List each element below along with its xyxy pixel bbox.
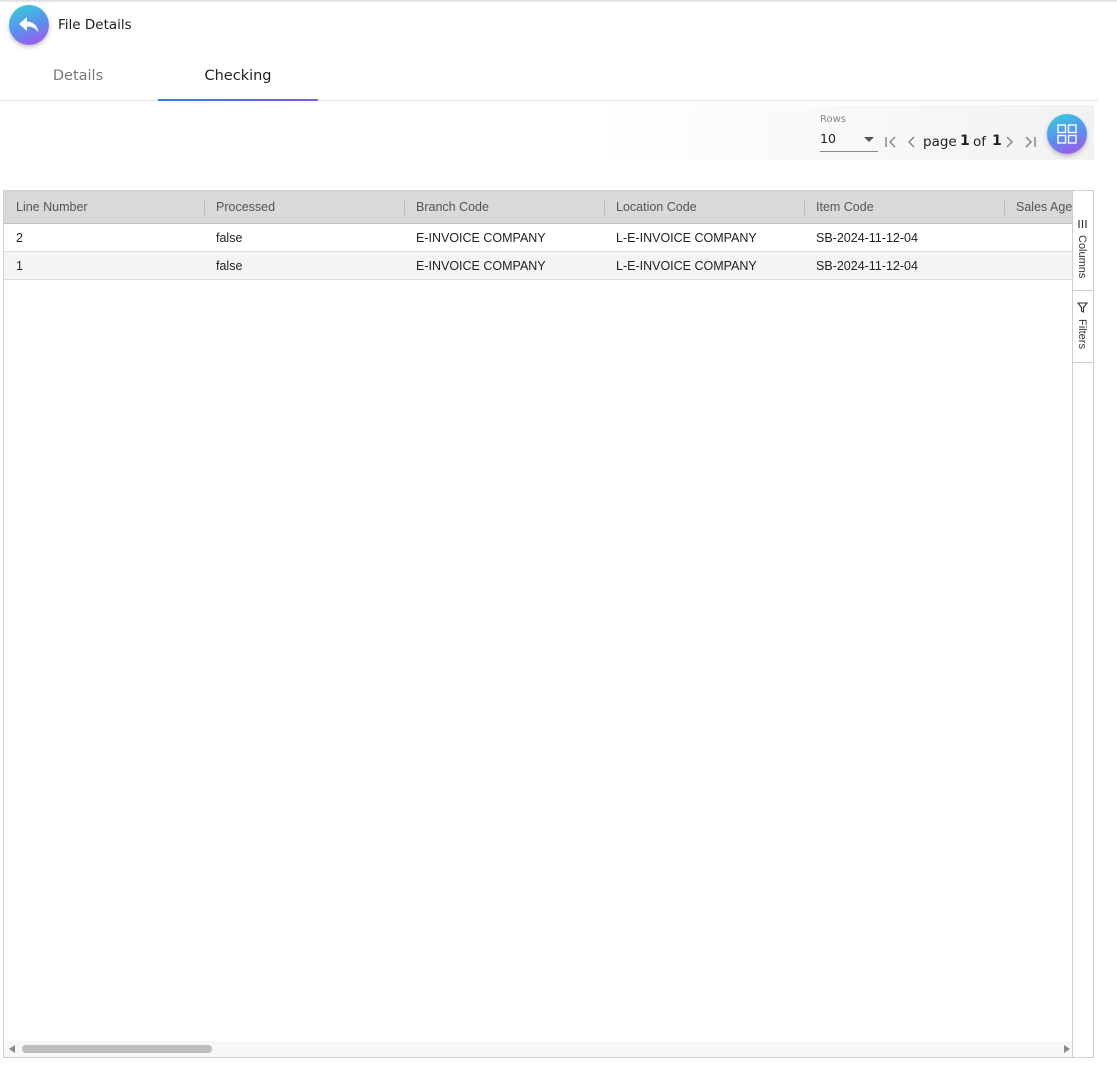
- previous-page-icon[interactable]: [905, 135, 917, 149]
- cell-branch-code: E-INVOICE COMPANY: [416, 231, 546, 245]
- page-title: File Details: [58, 17, 132, 33]
- cell-branch-code: E-INVOICE COMPANY: [416, 259, 546, 273]
- top-shadow: [0, 0, 1117, 3]
- caret-down-icon: [864, 137, 874, 142]
- total-pages: 1: [992, 133, 1002, 149]
- grid-toolbar: Rows 10 page 1 of 1: [600, 105, 1094, 160]
- tab-bar: Details Checking: [0, 56, 1098, 101]
- table-row[interactable]: 2 false E-INVOICE COMPANY L-E-INVOICE CO…: [4, 224, 1073, 252]
- table-row[interactable]: 1 false E-INVOICE COMPANY L-E-INVOICE CO…: [4, 252, 1073, 280]
- grid-view-icon: [1057, 124, 1077, 144]
- scroll-right-arrow-icon[interactable]: [1064, 1045, 1070, 1053]
- rows-per-page-value: 10: [820, 131, 836, 146]
- reply-arrow-icon: [19, 17, 39, 33]
- cell-location-code: L-E-INVOICE COMPANY: [616, 231, 757, 245]
- grid-body: Line Number Processed Branch Code Locati…: [4, 191, 1073, 1057]
- of-word: of: [973, 134, 987, 150]
- rows-label: Rows: [820, 114, 847, 125]
- rows-per-page-select[interactable]: 10: [820, 129, 878, 152]
- last-page-icon[interactable]: [1023, 135, 1037, 149]
- tab-details[interactable]: Details: [0, 56, 156, 101]
- columns-label: Columns: [1076, 235, 1088, 279]
- next-page-icon[interactable]: [1004, 135, 1016, 149]
- column-header-location-code[interactable]: Location Code: [604, 191, 804, 224]
- cell-sales-agent: [1004, 224, 1073, 251]
- filters-panel-button[interactable]: Filters: [1073, 291, 1093, 363]
- column-header-branch-code[interactable]: Branch Code: [404, 191, 604, 224]
- cell-sales-agent: [1004, 252, 1073, 279]
- column-header-sales-agent[interactable]: Sales Agent: [1004, 191, 1073, 224]
- scrollbar-thumb[interactable]: [22, 1045, 212, 1053]
- cell-processed: false: [216, 231, 243, 245]
- column-header-item-code[interactable]: Item Code: [804, 191, 1004, 224]
- columns-panel-button[interactable]: Columns: [1073, 207, 1093, 291]
- first-page-icon[interactable]: [884, 135, 898, 149]
- column-header-processed[interactable]: Processed: [204, 191, 404, 224]
- page-word: page: [923, 134, 957, 150]
- columns-icon: [1078, 220, 1087, 228]
- horizontal-scrollbar[interactable]: [4, 1041, 1073, 1057]
- cell-processed: false: [216, 259, 243, 273]
- cell-line-number: 2: [16, 231, 23, 245]
- filters-label: Filters: [1076, 319, 1088, 349]
- back-button[interactable]: [9, 5, 49, 45]
- tool-panel-sidebar: Columns Filters: [1072, 191, 1093, 1057]
- scroll-left-arrow-icon[interactable]: [9, 1045, 15, 1053]
- cell-item-code: SB-2024-11-12-04: [816, 259, 918, 273]
- data-grid: Line Number Processed Branch Code Locati…: [3, 190, 1094, 1058]
- column-header-line-number[interactable]: Line Number: [4, 191, 204, 224]
- grid-view-button[interactable]: [1047, 114, 1087, 154]
- cell-item-code: SB-2024-11-12-04: [816, 231, 918, 245]
- cell-line-number: 1: [16, 259, 23, 273]
- current-page: 1: [960, 133, 970, 149]
- cell-location-code: L-E-INVOICE COMPANY: [616, 259, 757, 273]
- grid-header-row: Line Number Processed Branch Code Locati…: [4, 191, 1073, 224]
- tab-checking[interactable]: Checking: [158, 56, 318, 101]
- filter-icon: [1077, 302, 1088, 313]
